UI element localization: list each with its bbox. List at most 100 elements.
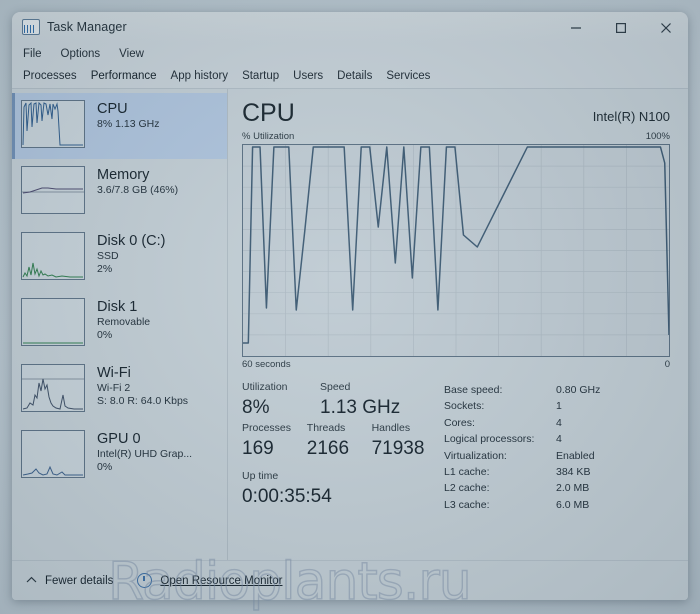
spec-l1-cache: L1 cache: 384 KB xyxy=(444,464,670,480)
spec-l3-cache-value: 6.0 MB xyxy=(556,498,590,511)
tab-services[interactable]: Services xyxy=(386,70,430,83)
sidebar-wifi-title: Wi-Fi xyxy=(97,365,131,381)
spec-l1-cache-key: L1 cache: xyxy=(444,466,490,479)
tab-app-history[interactable]: App history xyxy=(171,70,229,83)
page-title: CPU xyxy=(242,99,295,127)
spec-l2-cache: L2 cache: 2.0 MB xyxy=(444,480,670,496)
tab-bar: Processes Performance App history Startu… xyxy=(12,65,688,89)
stats-row-2: Processes 169 Threads 2166 Handles 71938 xyxy=(242,421,438,462)
spec-base-speed-key: Base speed: xyxy=(444,384,503,396)
sidebar-wifi-line2: S: 8.0 R: 64.0 Kbps xyxy=(97,395,189,407)
stat-uptime: Up time 0:00:35:54 xyxy=(242,469,438,510)
resource-monitor-icon xyxy=(137,573,153,588)
sidebar-disk1-text: Disk 1 Removable 0% xyxy=(97,298,150,342)
tab-startup[interactable]: Startup xyxy=(242,70,279,83)
stat-handles: Handles 71938 xyxy=(372,421,438,462)
sidebar-item-gpu0[interactable]: GPU 0 Intel(R) UHD Grap... 0% xyxy=(12,423,227,489)
spec-cores-value: 4 xyxy=(556,416,562,429)
utilization-label: Utilization xyxy=(242,381,288,393)
graph-x-end-label: 0 xyxy=(664,359,670,370)
uptime-label: Up time xyxy=(242,470,279,482)
cpu-specs-list: Base speed: 0.80 GHz Sockets: 1 Cores: 4 xyxy=(438,380,670,513)
stat-processes: Processes 169 xyxy=(242,421,307,462)
sidebar-gpu0-text: GPU 0 Intel(R) UHD Grap... 0% xyxy=(97,430,192,474)
spec-logical-processors-value: 4 xyxy=(556,433,562,446)
sidebar-item-wifi[interactable]: Wi-Fi Wi-Fi 2 S: 8.0 R: 64.0 Kbps xyxy=(12,357,227,423)
window-controls xyxy=(553,12,688,43)
sidebar-item-disk1[interactable]: Disk 1 Removable 0% xyxy=(12,291,227,357)
sidebar-cpu-text: CPU 8% 1.13 GHz xyxy=(97,100,159,131)
sidebar-disk0-line1: SSD xyxy=(97,250,119,262)
menu-item-view[interactable]: View xyxy=(119,48,144,60)
graph-y-max-label: 100% xyxy=(645,131,670,142)
memory-thumbnail-graph xyxy=(21,166,85,214)
spec-l3-cache-key: L3 cache: xyxy=(444,498,490,511)
fewer-details-button[interactable]: Fewer details xyxy=(26,575,113,587)
maximize-button[interactable] xyxy=(598,12,643,43)
sidebar-disk0-text: Disk 0 (C:) SSD 2% xyxy=(97,232,165,276)
menu-item-file[interactable]: File xyxy=(23,48,42,60)
sidebar-disk0-line2: 2% xyxy=(97,263,113,275)
cpu-model-label: Intel(R) N100 xyxy=(592,109,670,124)
speed-value: 1.13 GHz xyxy=(320,397,401,418)
spec-l1-cache-value: 384 KB xyxy=(556,466,591,479)
cpu-utilization-graph xyxy=(242,144,670,357)
tab-processes[interactable]: Processes xyxy=(23,70,77,83)
uptime-value: 0:00:35:54 xyxy=(242,486,332,507)
sidebar-item-disk0[interactable]: Disk 0 (C:) SSD 2% xyxy=(12,225,227,291)
spec-l2-cache-key: L2 cache: xyxy=(444,482,490,495)
spec-cores: Cores: 4 xyxy=(444,415,670,431)
spec-virtualization: Virtualization: Enabled xyxy=(444,448,670,464)
graph-y-axis-label: % Utilization xyxy=(242,131,295,142)
sidebar-memory-line1: 3.6/7.8 GB (46%) xyxy=(97,184,179,196)
tab-users[interactable]: Users xyxy=(293,70,323,83)
status-bar: Fewer details Open Resource Monitor xyxy=(12,560,688,600)
handles-label: Handles xyxy=(371,422,411,434)
open-resource-monitor-button[interactable]: Open Resource Monitor xyxy=(137,573,282,588)
task-manager-window: Task Manager File Options View Processes… xyxy=(12,12,688,600)
sidebar-item-memory[interactable]: Memory 3.6/7.8 GB (46%) xyxy=(12,159,227,225)
spec-base-speed-value: 0.80 GHz xyxy=(556,384,601,396)
close-button[interactable] xyxy=(643,12,688,43)
spec-sockets-key: Sockets: xyxy=(444,400,485,413)
stat-utilization: Utilization 8% xyxy=(242,380,320,421)
graph-x-start-label: 60 seconds xyxy=(242,359,291,370)
stats-left-column: Utilization 8% Speed 1.13 GHz Processes xyxy=(242,380,438,513)
graph-axis-bottom: 60 seconds 0 xyxy=(242,359,670,370)
menu-bar: File Options View xyxy=(12,43,688,65)
tab-performance[interactable]: Performance xyxy=(91,70,157,83)
minimize-button[interactable] xyxy=(553,12,598,43)
utilization-value: 8% xyxy=(242,397,270,418)
menu-item-options[interactable]: Options xyxy=(61,48,101,60)
stats-row-1: Utilization 8% Speed 1.13 GHz xyxy=(242,380,438,421)
sidebar-disk0-title: Disk 0 (C:) xyxy=(97,233,166,249)
sidebar-disk1-line2: 0% xyxy=(97,329,113,341)
tab-details[interactable]: Details xyxy=(337,70,372,83)
processes-value: 169 xyxy=(242,438,274,459)
spec-l2-cache-value: 2.0 MB xyxy=(556,482,590,495)
spec-l3-cache: L3 cache: 6.0 MB xyxy=(444,497,670,513)
disk1-thumbnail-graph xyxy=(21,298,85,346)
spec-virtualization-value: Enabled xyxy=(556,449,595,462)
spec-sockets: Sockets: 1 xyxy=(444,398,670,414)
spec-sockets-value: 1 xyxy=(556,400,562,413)
spec-virtualization-key: Virtualization: xyxy=(444,449,507,462)
graph-gridlines xyxy=(243,145,669,356)
task-manager-icon xyxy=(22,19,40,35)
disk0-thumbnail-graph xyxy=(21,232,85,280)
sidebar-cpu-title: CPU xyxy=(97,101,128,117)
threads-label: Threads xyxy=(306,422,346,434)
sidebar-cpu-line1: 8% 1.13 GHz xyxy=(97,118,160,130)
spec-cores-key: Cores: xyxy=(444,416,475,429)
spec-logical-processors: Logical processors: 4 xyxy=(444,431,670,447)
gpu0-thumbnail-graph xyxy=(21,430,85,478)
open-resource-monitor-label: Open Resource Monitor xyxy=(160,574,283,587)
title-bar-left: Task Manager xyxy=(22,19,127,35)
sidebar-memory-text: Memory 3.6/7.8 GB (46%) xyxy=(97,166,178,197)
speed-label: Speed xyxy=(320,381,351,393)
sidebar-disk1-title: Disk 1 xyxy=(97,299,138,315)
spec-base-speed: Base speed: 0.80 GHz xyxy=(444,382,670,398)
sidebar-wifi-line1: Wi-Fi 2 xyxy=(97,382,131,394)
window-body: CPU 8% 1.13 GHz Memory 3.6/7.8 GB (46%) xyxy=(12,89,688,561)
sidebar-item-cpu[interactable]: CPU 8% 1.13 GHz xyxy=(12,93,227,159)
